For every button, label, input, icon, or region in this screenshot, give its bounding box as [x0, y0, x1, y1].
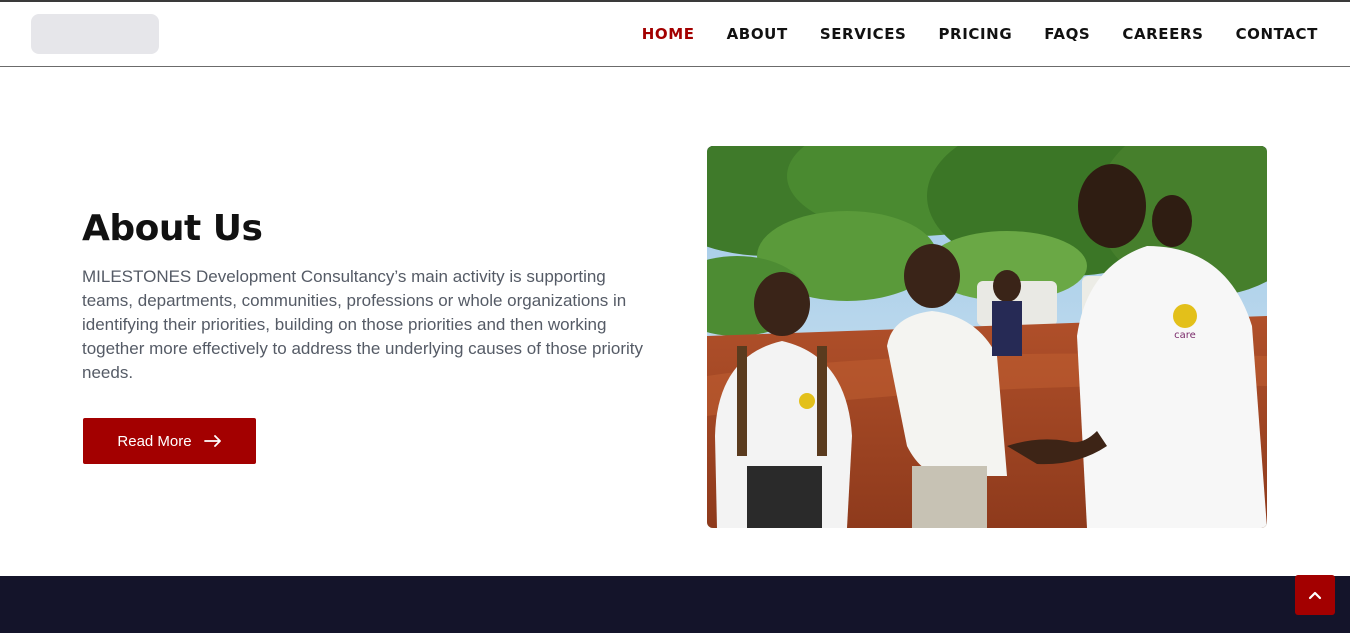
back-to-top-button[interactable]	[1295, 575, 1335, 615]
site-logo[interactable]	[31, 14, 159, 54]
main-nav: HOME ABOUT SERVICES PRICING FAQS CAREERS…	[610, 2, 1318, 66]
nav-item-pricing[interactable]: PRICING	[938, 25, 1012, 43]
nav-item-careers[interactable]: CAREERS	[1122, 25, 1203, 43]
shirt-logo-text: care	[1174, 330, 1196, 341]
nav-item-about[interactable]: ABOUT	[727, 25, 788, 43]
nav-item-contact[interactable]: CONTACT	[1236, 25, 1318, 43]
arrow-right-icon	[203, 435, 222, 447]
about-description: MILESTONES Development Consultancy’s mai…	[82, 267, 643, 382]
nav-item-home[interactable]: HOME	[642, 25, 695, 43]
nav-item-services[interactable]: SERVICES	[820, 25, 907, 43]
site-header: HOME ABOUT SERVICES PRICING FAQS CAREERS…	[0, 2, 1350, 67]
about-title: About Us	[82, 208, 263, 249]
nav-item-faqs[interactable]: FAQS	[1044, 25, 1090, 43]
read-more-label: Read More	[117, 432, 192, 450]
about-photo: care	[707, 146, 1267, 528]
footer-band	[0, 576, 1350, 633]
read-more-button[interactable]: Read More	[83, 418, 256, 464]
photo-illustration: care	[707, 146, 1267, 528]
chevron-up-icon	[1308, 588, 1322, 603]
